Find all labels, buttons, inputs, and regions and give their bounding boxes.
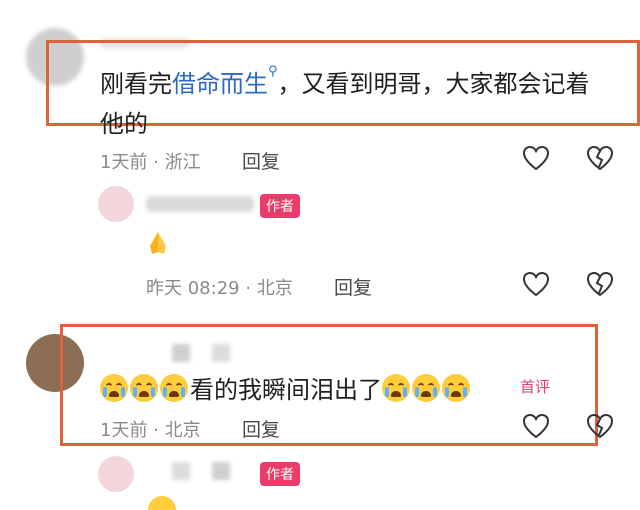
like-icon[interactable] [522, 145, 550, 171]
reply-button[interactable]: 回复 [242, 147, 280, 174]
comment-meta: 1天前 · 浙江 [100, 152, 201, 173]
like-icon[interactable] [522, 413, 550, 439]
comment-text: 看的我瞬间泪出了 [100, 370, 472, 405]
reply-button[interactable]: 回复 [334, 273, 372, 300]
dislike-icon[interactable] [586, 413, 614, 439]
search-link[interactable]: 借命而生 [172, 70, 268, 98]
crying-emoji-icon [100, 373, 128, 402]
crying-emoji-icon [412, 373, 440, 402]
avatar[interactable] [98, 186, 134, 222]
crying-emoji-icon [160, 373, 188, 402]
author-tag: 作者 [260, 194, 300, 218]
pray-emoji-icon [146, 228, 170, 256]
reply-button[interactable]: 回复 [242, 415, 280, 442]
search-icon: ⚲ [268, 64, 278, 79]
crying-emoji-icon [442, 373, 470, 402]
comment-body: 看的我瞬间泪出了 [190, 376, 382, 404]
dislike-icon[interactable] [586, 145, 614, 171]
username-blurred [172, 462, 190, 480]
author-tag: 作者 [260, 462, 300, 486]
crying-emoji-icon [382, 373, 410, 402]
dislike-icon[interactable] [586, 271, 614, 297]
comment-text-line2: 他的 [100, 110, 148, 138]
like-icon[interactable] [522, 271, 550, 297]
reply-meta: 昨天 08:29 · 北京 [146, 278, 293, 299]
comment-text-post: ，又看到明哥，大家都会记着 [277, 70, 590, 98]
comment-text-pre: 刚看完 [100, 70, 172, 98]
comment-meta: 1天前 · 北京 [100, 420, 201, 441]
avatar[interactable] [98, 456, 134, 492]
comment-text: 刚看完借命而生⚲，又看到明哥，大家都会记着 [100, 64, 590, 99]
crying-emoji-icon [130, 373, 158, 402]
username-blurred [146, 196, 254, 212]
username-blurred [212, 462, 230, 480]
first-comment-badge: 首评 [520, 378, 551, 396]
smile-emoji-icon [148, 496, 176, 510]
